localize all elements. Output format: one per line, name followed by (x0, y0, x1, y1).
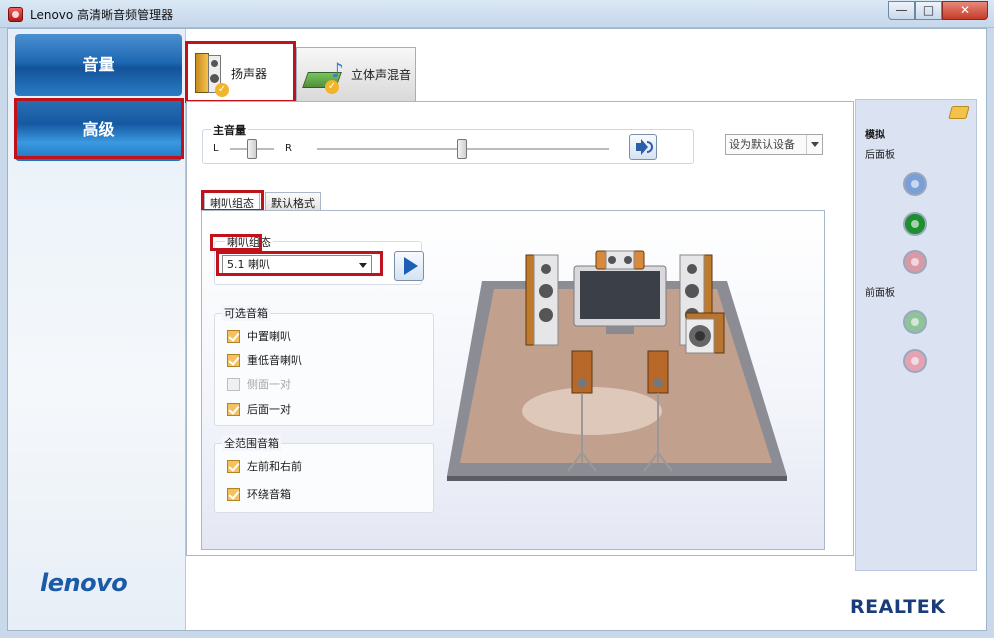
balance-slider-thumb[interactable] (247, 139, 257, 159)
speaker-room-illustration (447, 250, 787, 481)
front-jack-green[interactable] (903, 310, 927, 334)
back-jack-pink[interactable] (903, 250, 927, 274)
set-default-device-label: 设为默认设备 (729, 138, 795, 151)
connector-panel: 模拟 后面板 前面板 (855, 99, 977, 571)
checkbox-center-speaker[interactable]: 中置喇叭 (227, 328, 291, 344)
chevron-down-icon (359, 263, 367, 268)
tab-stereo-mix[interactable]: ♪ ✓ 立体声混音 (296, 47, 416, 101)
checkbox-surround[interactable]: 环绕音箱 (227, 486, 291, 502)
checkbox (227, 377, 240, 391)
master-volume-group: 主音量 L R (202, 122, 694, 164)
maximize-button[interactable]: □ (915, 1, 942, 20)
mute-button[interactable] (629, 134, 657, 160)
tab-speakers-label: 扬声器 (231, 67, 268, 81)
tab-stereo-mix-label: 立体声混音 (351, 68, 412, 82)
analog-title: 模拟 (865, 130, 885, 141)
checkbox-rear-pair[interactable]: 后面一对 (227, 401, 291, 417)
balance-right-label: R (285, 143, 292, 154)
front-panel-label: 前面板 (865, 288, 895, 299)
checkbox-label: 中置喇叭 (247, 330, 291, 343)
balance-left-label: L (213, 143, 219, 154)
back-jack-green[interactable] (903, 212, 927, 236)
minimize-button[interactable]: — (888, 1, 915, 20)
front-left-speaker-icon (525, 254, 559, 346)
sidebar-item-advanced[interactable]: 高级 (15, 99, 182, 161)
optional-speakers-group: 可选音箱 中置喇叭 重低音喇叭 侧面一对 后面一对 (214, 305, 434, 426)
master-volume-title: 主音量 (211, 122, 248, 138)
tab-default-format[interactable]: 默认格式 (265, 192, 321, 211)
speaker-configuration-panel: 喇叭组态 5.1 喇叭 可选音箱 中置喇叭 重低音喇叭 侧面一对 后面一对 全范… (201, 210, 825, 550)
master-volume-thumb[interactable] (457, 139, 467, 159)
folder-icon[interactable] (948, 106, 970, 119)
speaker-volume-icon (636, 139, 648, 155)
title-bar: Lenovo 高清晰音频管理器 — □ ✕ (0, 0, 994, 28)
checkbox[interactable] (227, 353, 240, 367)
chevron-down-icon (806, 135, 822, 154)
checkbox[interactable] (227, 329, 240, 343)
speakers-icon: ✓ (195, 52, 229, 97)
checkbox[interactable] (227, 487, 240, 501)
speaker-settings-panel: 主音量 L R 设为默认设备 喇叭组态 默认格式 喇叭组态 5.1 喇叭 可选音… (186, 101, 854, 556)
checkbox-front-left-right[interactable]: 左前和右前 (227, 458, 302, 474)
checkbox-label: 重低音喇叭 (247, 354, 302, 367)
window-controls: — □ ✕ (888, 1, 988, 20)
stereo-mix-icon: ♪ ✓ (302, 58, 345, 94)
play-test-button[interactable] (394, 251, 424, 281)
front-jack-pink[interactable] (903, 349, 927, 373)
tab-speaker-configuration[interactable]: 喇叭组态 (204, 192, 260, 212)
checkbox-side-pair: 侧面一对 (227, 376, 291, 392)
checkbox[interactable] (227, 402, 240, 416)
checkbox-subwoofer[interactable]: 重低音喇叭 (227, 352, 302, 368)
speaker-configuration-group: 喇叭组态 5.1 喇叭 (214, 234, 424, 285)
window-client: 音量 高级 lenovo ✓ 扬声器 ♪ ✓ 立体声混音 主音量 L R 设为默… (7, 28, 987, 631)
sidebar-item-volume[interactable]: 音量 (15, 34, 182, 96)
app-icon (8, 7, 23, 22)
full-range-speakers-title: 全范围音箱 (222, 435, 281, 451)
checkbox-label: 环绕音箱 (247, 488, 291, 501)
checkbox-label: 后面一对 (247, 403, 291, 416)
speaker-configuration-label: 喇叭组态 (225, 234, 273, 250)
full-range-speakers-group: 全范围音箱 左前和右前 环绕音箱 (214, 435, 434, 513)
subwoofer-icon (685, 312, 725, 354)
tab-speakers[interactable]: ✓ 扬声器 (186, 43, 296, 103)
back-jack-blue[interactable] (903, 172, 927, 196)
back-panel-label: 后面板 (865, 150, 895, 161)
sidebar: 音量 高级 lenovo (8, 29, 186, 630)
checkbox[interactable] (227, 459, 240, 473)
checkbox-label: 左前和右前 (247, 460, 302, 473)
speaker-configuration-select[interactable]: 5.1 喇叭 (222, 255, 372, 275)
optional-speakers-title: 可选音箱 (222, 305, 270, 321)
speaker-configuration-value: 5.1 喇叭 (227, 258, 270, 271)
center-speaker-icon (595, 250, 645, 270)
tv-icon (573, 265, 667, 334)
window-title: Lenovo 高清晰音频管理器 (30, 8, 174, 22)
close-button[interactable]: ✕ (942, 1, 988, 20)
checkbox-label: 侧面一对 (247, 378, 291, 391)
set-default-device-dropdown[interactable]: 设为默认设备 (725, 134, 823, 155)
lenovo-logo: lenovo (40, 569, 128, 597)
realtek-logo: REALTEK (850, 596, 946, 618)
